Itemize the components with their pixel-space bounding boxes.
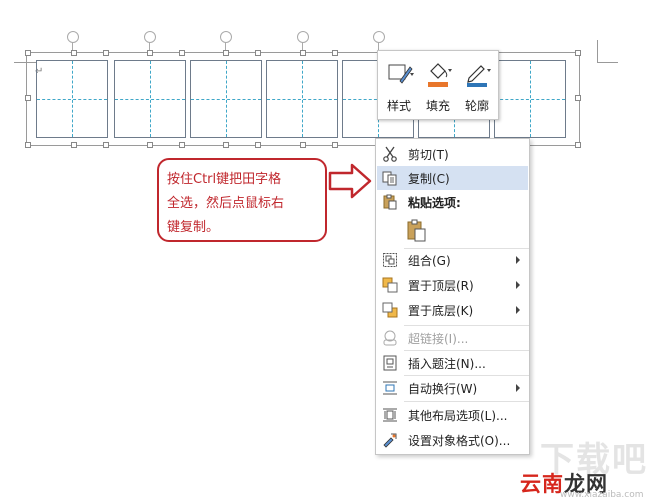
menu-item-label: 置于顶层(R)	[408, 279, 474, 293]
document-canvas: ↵	[0, 0, 655, 504]
scissors-icon	[383, 146, 397, 162]
callout-text: 按住Ctrl键把田字格 全选，然后点鼠标右 键复制。	[167, 168, 327, 240]
resize-handle[interactable]	[300, 142, 306, 148]
menu-item-bring-to-front[interactable]: 置于顶层(R)	[377, 273, 528, 297]
resize-handle[interactable]	[71, 50, 77, 56]
outline-button[interactable]: 轮廓	[458, 57, 496, 115]
submenu-arrow-icon	[516, 281, 520, 289]
menu-header-paste-options: 粘贴选项:	[377, 190, 528, 214]
shape-style-icon	[388, 64, 414, 84]
style-button[interactable]: 样式	[380, 57, 418, 115]
resize-handle[interactable]	[147, 142, 153, 148]
resize-handle[interactable]	[300, 50, 306, 56]
page-margin-mark-right	[597, 40, 618, 63]
menu-item-more-layout-options[interactable]: 其他布局选项(L)...	[377, 403, 528, 427]
submenu-arrow-icon	[516, 384, 520, 392]
tianzige-cell[interactable]	[36, 60, 108, 138]
menu-separator	[404, 401, 529, 402]
menu-item-label: 剪切(T)	[408, 148, 449, 162]
resize-handle[interactable]	[255, 142, 261, 148]
resize-handle[interactable]	[332, 142, 338, 148]
menu-item-format-object[interactable]: 设置对象格式(O)...	[377, 428, 528, 452]
callout-arrow-icon	[328, 163, 372, 199]
paint-bucket-icon	[428, 63, 452, 87]
menu-item-wrap-text[interactable]: 自动换行(W)	[377, 376, 528, 400]
menu-item-label: 组合(G)	[408, 254, 451, 268]
resize-handle[interactable]	[575, 95, 581, 101]
resize-handle[interactable]	[103, 50, 109, 56]
submenu-arrow-icon	[516, 306, 520, 314]
watermark-url: www.xiazaiba.com	[560, 490, 644, 500]
resize-handle[interactable]	[25, 50, 31, 56]
rotate-handle-icon[interactable]	[144, 31, 156, 50]
menu-item-hyperlink: 超链接(I)...	[377, 326, 528, 350]
resize-handle[interactable]	[179, 142, 185, 148]
menu-item-label: 设置对象格式(O)...	[408, 434, 511, 448]
paste-keep-format-icon[interactable]	[406, 219, 428, 243]
resize-handle[interactable]	[575, 142, 581, 148]
hyperlink-icon	[383, 330, 397, 346]
callout-line: 按住Ctrl键把田字格	[167, 172, 282, 187]
menu-item-copy[interactable]: 复制(C)	[377, 166, 528, 190]
rotate-handle-icon[interactable]	[297, 31, 309, 50]
mini-toolbar: 样式 填充 轮廓	[377, 50, 499, 120]
callout-line: 键复制。	[167, 220, 220, 235]
outline-button-label: 轮廓	[464, 99, 489, 113]
resize-handle[interactable]	[223, 50, 229, 56]
menu-item-label: 置于底层(K)	[408, 304, 474, 318]
rotate-handle-icon[interactable]	[373, 31, 385, 50]
insert-caption-icon	[383, 355, 397, 371]
context-menu: 剪切(T) 复制(C) 粘贴选项: 组合(G) 置于顶层(R) 置于底层(K) …	[375, 138, 530, 455]
tianzige-cell[interactable]	[114, 60, 186, 138]
layout-options-icon	[383, 408, 397, 422]
resize-handle[interactable]	[25, 95, 31, 101]
wrap-text-icon	[383, 381, 397, 395]
resize-handle[interactable]	[255, 50, 261, 56]
menu-item-cut[interactable]: 剪切(T)	[377, 142, 528, 166]
send-to-back-icon	[382, 302, 398, 318]
resize-handle[interactable]	[332, 50, 338, 56]
style-button-label: 样式	[386, 99, 411, 113]
bring-to-front-icon	[382, 277, 398, 293]
menu-item-insert-caption[interactable]: 插入题注(N)...	[377, 351, 528, 375]
resize-handle[interactable]	[71, 142, 77, 148]
callout-line: 全选，然后点鼠标右	[167, 196, 285, 211]
pen-outline-icon	[467, 65, 491, 87]
resize-handle[interactable]	[575, 50, 581, 56]
resize-handle[interactable]	[25, 142, 31, 148]
paste-icon	[383, 194, 397, 210]
menu-item-label: 复制(C)	[408, 172, 450, 186]
menu-item-label: 其他布局选项(L)...	[408, 409, 508, 423]
copy-icon	[382, 171, 397, 186]
menu-item-label: 自动换行(W)	[408, 382, 478, 396]
watermark-logo-red: 云南	[520, 472, 564, 496]
menu-item-label: 插入题注(N)...	[408, 357, 486, 371]
menu-item-send-to-back[interactable]: 置于底层(K)	[377, 298, 528, 322]
tianzige-cell[interactable]	[190, 60, 262, 138]
tianzige-cell[interactable]	[494, 60, 566, 138]
menu-item-label: 粘贴选项:	[408, 196, 461, 210]
menu-item-label: 超链接(I)...	[408, 332, 469, 346]
instruction-callout: 按住Ctrl键把田字格 全选，然后点鼠标右 键复制。	[157, 158, 327, 242]
resize-handle[interactable]	[179, 50, 185, 56]
resize-handle[interactable]	[223, 142, 229, 148]
submenu-arrow-icon	[516, 256, 520, 264]
fill-button-label: 填充	[425, 99, 450, 113]
rotate-handle-icon[interactable]	[220, 31, 232, 50]
resize-handle[interactable]	[103, 142, 109, 148]
fill-button[interactable]: 填充	[419, 57, 457, 115]
resize-handle[interactable]	[147, 50, 153, 56]
tianzige-cell[interactable]	[266, 60, 338, 138]
menu-item-group[interactable]: 组合(G)	[377, 248, 528, 272]
rotate-handle-icon[interactable]	[67, 31, 79, 50]
format-object-icon	[383, 433, 397, 448]
group-icon	[383, 253, 397, 267]
